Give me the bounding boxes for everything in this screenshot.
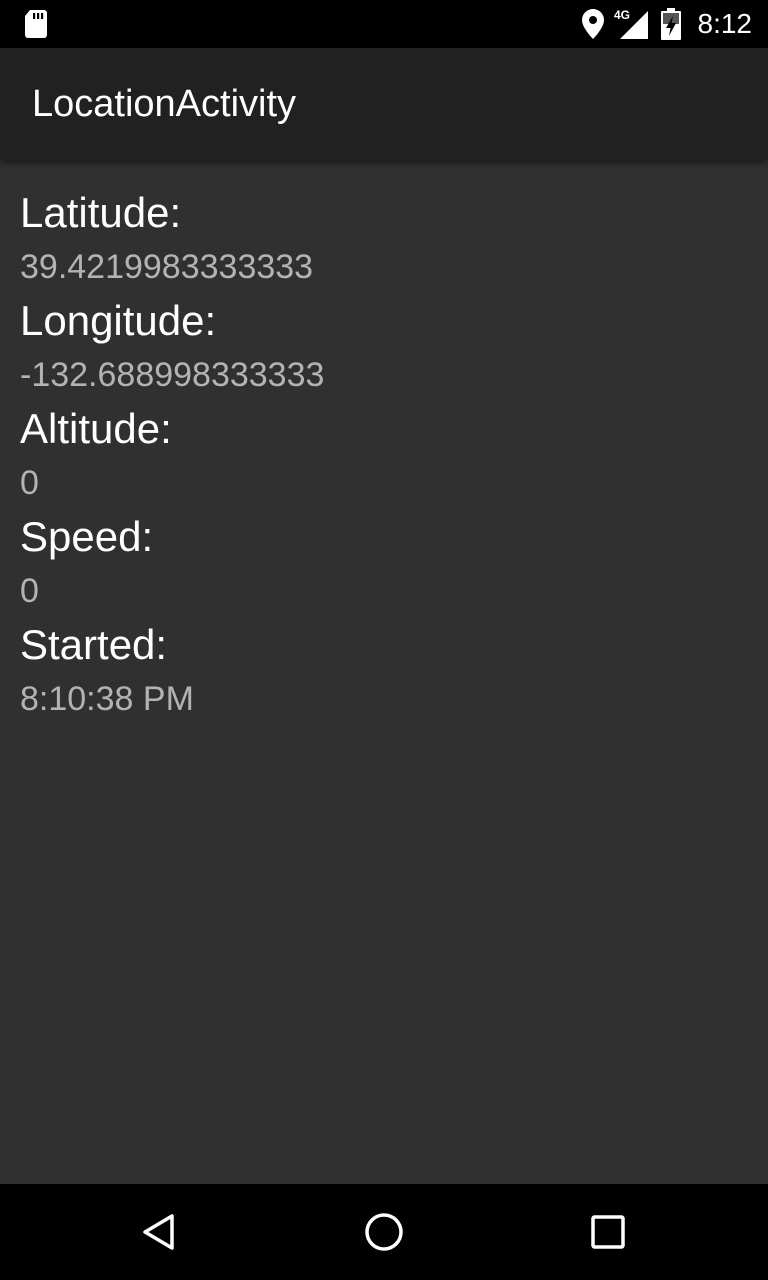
- battery-charging-icon: [660, 8, 681, 40]
- cell-signal-icon: 4G: [614, 8, 648, 39]
- status-clock: 8:12: [697, 8, 753, 39]
- longitude-label: Longitude:: [20, 297, 217, 344]
- back-icon[interactable]: [136, 1208, 184, 1256]
- speed-value: 0: [20, 572, 39, 610]
- latitude-value: 39.4219983333333: [20, 248, 314, 286]
- altitude-label: Altitude:: [20, 405, 172, 452]
- speed-label: Speed:: [20, 513, 154, 560]
- app-title: LocationActivity: [32, 83, 297, 125]
- started-value: 8:10:38 PM: [20, 680, 194, 718]
- location-details: Latitude: 39.4219983333333 Longitude: -1…: [0, 160, 768, 1184]
- latitude-label: Latitude:: [20, 189, 182, 236]
- longitude-field: Longitude: -132.688998333333: [20, 296, 324, 404]
- latitude-field: Latitude: 39.4219983333333: [20, 188, 313, 296]
- started-label: Started:: [20, 621, 168, 668]
- home-icon[interactable]: [360, 1208, 408, 1256]
- status-bar: 4G 8:12: [0, 0, 768, 48]
- recents-icon[interactable]: [584, 1208, 632, 1256]
- altitude-field: Altitude: 0: [20, 404, 172, 512]
- navigation-bar: [0, 1184, 768, 1280]
- speed-field: Speed: 0: [20, 512, 153, 620]
- longitude-value: -132.688998333333: [20, 356, 325, 394]
- sd-card-icon: [25, 10, 47, 38]
- altitude-value: 0: [20, 464, 39, 502]
- location-pin-icon: [581, 9, 604, 39]
- network-type-label: 4G: [614, 8, 630, 22]
- started-field: Started: 8:10:38 PM: [20, 620, 194, 728]
- app-bar: LocationActivity: [0, 48, 768, 160]
